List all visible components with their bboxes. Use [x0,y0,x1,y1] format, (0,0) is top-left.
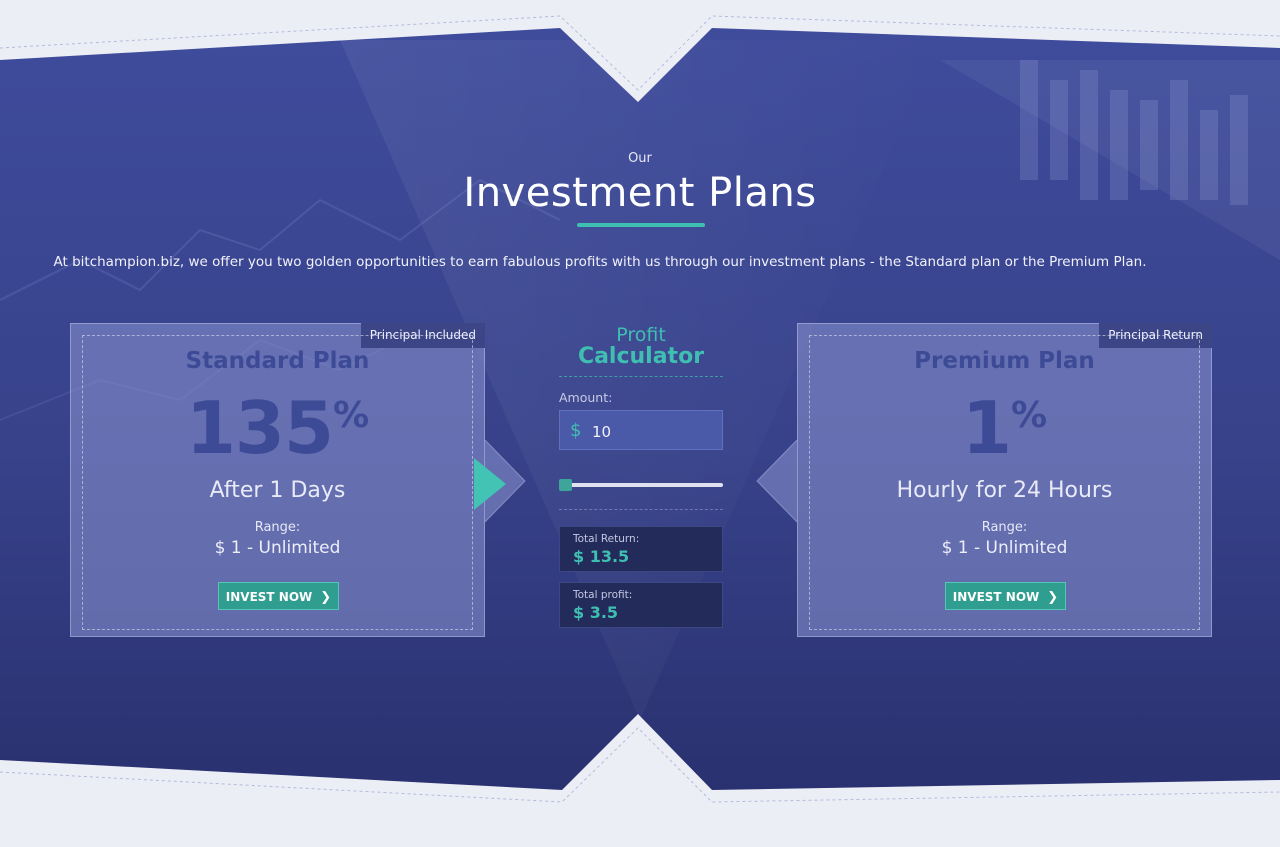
total-return-value: $ 13.5 [573,547,630,566]
section-intro: At bitchampion.biz, we offer you two gol… [53,254,1147,270]
range-label: Range: [254,520,301,535]
standard-plan-card: Principal Included Standard Plan 135% Af… [70,323,485,637]
plan-period: After 1 Days [209,478,346,503]
range-value: $ 1 - Unlimited [941,538,1068,558]
amount-slider-handle[interactable] [559,479,572,491]
plan-percent: 1% [798,392,1211,464]
standard-invest-now-button[interactable]: INVEST NOW ❯ [218,582,339,610]
amount-input[interactable] [592,421,712,443]
plan-name: Premium Plan [914,348,1095,374]
total-profit-box: Total profit: $ 3.5 [559,582,723,628]
invest-now-label: INVEST NOW [225,590,313,604]
section-eyebrow: Our [628,151,652,166]
dollar-icon: $ [570,420,582,441]
investment-plans-section: Our Investment Plans At bitchampion.biz,… [0,0,1280,847]
plan-percent-sign: % [333,395,370,436]
amount-slider-track[interactable] [563,483,723,487]
total-return-box: Total Return: $ 13.5 [559,526,723,572]
plan-percent-sign: % [1011,395,1048,436]
premium-plan-card: Principal Return Premium Plan 1% Hourly … [797,323,1212,637]
plan-name: Standard Plan [185,348,370,374]
premium-invest-now-button[interactable]: INVEST NOW ❯ [945,582,1066,610]
calculator-title: Calculator [577,344,705,369]
chevron-right-icon: ❯ [320,590,332,605]
amount-label: Amount: [559,390,613,405]
invest-now-label: INVEST NOW [952,590,1040,604]
chevron-right-icon: ❯ [1047,590,1059,605]
total-return-label: Total Return: [573,533,640,545]
amount-field[interactable]: $ [559,410,723,450]
plan-percent-value: 1 [961,386,1012,470]
range-label: Range: [981,520,1028,535]
principal-included-badge: Principal Included [360,323,485,348]
plan-period: Hourly for 24 Hours [896,478,1113,503]
plan-percent-value: 135 [185,386,334,470]
section-title: Investment Plans [463,170,817,216]
calculator-divider-2 [559,509,723,510]
principal-return-badge: Principal Return [1099,323,1212,348]
total-profit-value: $ 3.5 [573,603,619,622]
title-underline [577,223,705,227]
calculator-divider [559,376,723,377]
calculator-profit-label: Profit [616,324,666,346]
triangle-right-icon [474,458,506,510]
range-value: $ 1 - Unlimited [214,538,341,558]
total-profit-label: Total profit: [573,589,633,601]
plan-percent: 135% [71,392,484,464]
